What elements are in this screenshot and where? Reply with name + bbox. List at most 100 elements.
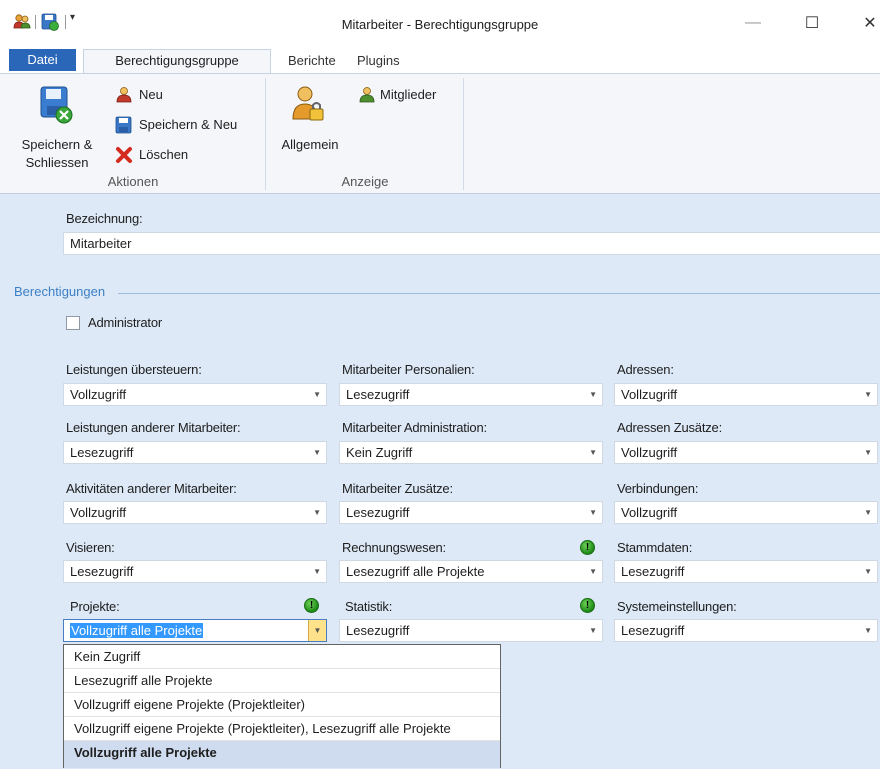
chevron-down-icon: ▼ <box>589 567 597 576</box>
info-icon[interactable]: ! <box>580 598 595 613</box>
tab-berichte[interactable]: Berichte <box>288 50 336 73</box>
statistik-label: Statistik: <box>345 599 393 614</box>
tab-datei[interactable]: Datei <box>9 49 76 71</box>
section-title: Berechtigungen <box>14 284 106 299</box>
chevron-down-icon: ▼ <box>313 390 321 399</box>
systemeinstellungen-select[interactable]: Lesezugriff ▼ <box>614 619 878 642</box>
chevron-down-icon: ▼ <box>864 448 872 457</box>
select-value: Lesezugriff alle Projekte <box>346 564 485 579</box>
chevron-down-icon: ▼ <box>864 390 872 399</box>
select-value: Vollzugriff <box>70 387 127 402</box>
dropdown-option[interactable]: Lesezugriff alle Projekte <box>64 669 500 693</box>
user-add-icon <box>116 87 132 103</box>
ribbon-tabs: Datei Berechtigungsgruppe Berichte Plugi… <box>0 46 880 74</box>
projekte-label: Projekte: <box>70 599 120 614</box>
administrator-label: Administrator <box>88 315 162 330</box>
chevron-down-icon: ▼ <box>864 567 872 576</box>
new-label: Neu <box>139 87 163 102</box>
general-label: Allgemein <box>281 137 339 152</box>
ribbon: Speichern & Schliessen Neu Speichern & N… <box>0 73 880 194</box>
chevron-down-icon: ▼ <box>864 508 872 517</box>
leistungen-andere-select[interactable]: Lesezugriff ▼ <box>63 441 327 464</box>
mitarbeiter-admin-select[interactable]: Kein Zugriff ▼ <box>339 441 603 464</box>
user-lock-icon <box>292 86 324 121</box>
verbindungen-select[interactable]: Vollzugriff ▼ <box>614 501 878 524</box>
chevron-down-icon: ▼ <box>589 390 597 399</box>
info-icon[interactable]: ! <box>304 598 319 613</box>
chevron-down-icon: ▼ <box>313 448 321 457</box>
select-value: Kein Zugriff <box>346 445 413 460</box>
chevron-down-icon: ▼ <box>864 626 872 635</box>
select-value: Lesezugriff <box>346 505 410 520</box>
select-value: Lesezugriff <box>346 623 410 638</box>
maximize-icon: ☐ <box>804 15 820 32</box>
close-icon: ✕ <box>863 15 877 32</box>
adressen-select[interactable]: Vollzugriff ▼ <box>614 383 878 406</box>
mitarbeiter-personalien-label: Mitarbeiter Personalien: <box>342 362 475 377</box>
select-value: Vollzugriff <box>70 505 127 520</box>
administrator-checkbox[interactable] <box>66 316 80 330</box>
dropdown-option[interactable]: Kein Zugriff <box>64 645 500 669</box>
aktivitaeten-andere-select[interactable]: Vollzugriff ▼ <box>63 501 327 524</box>
visieren-select[interactable]: Lesezugriff ▼ <box>63 560 327 583</box>
select-value: Lesezugriff <box>346 387 410 402</box>
chevron-down-icon: ▼ <box>313 508 321 517</box>
group-label-anzeige: Anzeige <box>341 174 389 189</box>
select-value: Lesezugriff <box>70 564 134 579</box>
dropdown-option-selected[interactable]: Vollzugriff alle Projekte <box>64 741 500 768</box>
mitarbeiter-personalien-select[interactable]: Lesezugriff ▼ <box>339 383 603 406</box>
members-icon <box>359 87 375 103</box>
general-button[interactable]: Allgemein <box>270 79 350 159</box>
members-button[interactable]: Mitglieder <box>358 86 458 106</box>
stammdaten-select[interactable]: Lesezugriff ▼ <box>614 560 878 583</box>
leistungen-andere-label: Leistungen anderer Mitarbeiter: <box>66 420 241 435</box>
adressen-zusaetze-label: Adressen Zusätze: <box>617 420 722 435</box>
members-label: Mitglieder <box>380 87 437 102</box>
info-icon[interactable]: ! <box>580 540 595 555</box>
save-close-icon <box>40 86 73 124</box>
minimize-icon: — <box>745 14 761 31</box>
bezeichnung-field[interactable]: Mitarbeiter <box>63 232 880 255</box>
adressen-zusaetze-select[interactable]: Vollzugriff ▼ <box>614 441 878 464</box>
select-value: Vollzugriff <box>621 505 678 520</box>
new-button[interactable]: Neu <box>115 86 185 106</box>
adressen-label: Adressen: <box>617 362 674 377</box>
stammdaten-label: Stammdaten: <box>617 540 693 555</box>
verbindungen-label: Verbindungen: <box>617 481 699 496</box>
dropdown-option[interactable]: Vollzugriff eigene Projekte (Projektleit… <box>64 693 500 717</box>
mitarbeiter-zusaetze-label: Mitarbeiter Zusätze: <box>342 481 453 496</box>
maximize-button[interactable]: ☐ <box>797 10 827 36</box>
chevron-down-icon: ▼ <box>313 567 321 576</box>
rechnungswesen-label: Rechnungswesen: <box>342 540 446 555</box>
save-close-button[interactable]: Speichern & Schliessen <box>12 79 104 171</box>
select-value: Vollzugriff <box>621 387 678 402</box>
dropdown-option[interactable]: Vollzugriff eigene Projekte (Projektleit… <box>64 717 500 741</box>
save-close-label-line2: Schliessen <box>25 155 89 170</box>
group-label-aktionen: Aktionen <box>107 174 159 189</box>
bezeichnung-label: Bezeichnung: <box>66 211 143 226</box>
projekte-select[interactable]: Vollzugriff alle Projekte ▼ <box>63 619 327 642</box>
delete-button[interactable]: Löschen <box>115 146 205 166</box>
delete-label: Löschen <box>139 147 189 162</box>
title-bar: ▾ Mitarbeiter - Berechtigungsgruppe — ☐ … <box>0 0 880 46</box>
systemeinstellungen-label: Systemeinstellungen: <box>617 599 737 614</box>
select-value: Lesezugriff <box>621 623 685 638</box>
statistik-select[interactable]: Lesezugriff ▼ <box>339 619 603 642</box>
chevron-down-button[interactable]: ▼ <box>308 620 326 641</box>
section-divider <box>118 293 880 294</box>
aktivitaeten-andere-label: Aktivitäten anderer Mitarbeiter: <box>66 481 237 496</box>
save-close-label-line1: Speichern & <box>21 137 93 152</box>
tab-plugins[interactable]: Plugins <box>357 50 400 73</box>
close-button[interactable]: ✕ <box>855 10 880 36</box>
mitarbeiter-admin-label: Mitarbeiter Administration: <box>342 420 487 435</box>
visieren-label: Visieren: <box>66 540 115 555</box>
select-value-highlighted: Vollzugriff alle Projekte <box>70 623 204 638</box>
minimize-button[interactable]: — <box>738 10 768 36</box>
rechnungswesen-select[interactable]: Lesezugriff alle Projekte ▼ <box>339 560 603 583</box>
delete-icon <box>116 147 132 163</box>
tab-berechtigungsgruppe[interactable]: Berechtigungsgruppe <box>83 49 271 74</box>
save-new-button[interactable]: Speichern & Neu <box>115 116 260 136</box>
leistungen-uebersteuern-select[interactable]: Vollzugriff ▼ <box>63 383 327 406</box>
projekte-dropdown-list: Kein Zugriff Lesezugriff alle Projekte V… <box>63 644 501 768</box>
mitarbeiter-zusaetze-select[interactable]: Lesezugriff ▼ <box>339 501 603 524</box>
